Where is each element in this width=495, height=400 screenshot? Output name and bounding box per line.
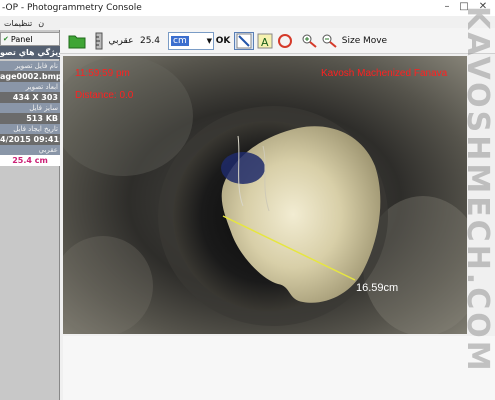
app-window: -OP - Photogrammetry Console – □ ✕ تنظيم… (0, 0, 495, 400)
window-title: -OP - Photogrammetry Console (2, 3, 142, 13)
panel-toggle-button[interactable]: ✔ Panel (0, 32, 60, 46)
scale-field-value: 25.4 cm (0, 155, 60, 166)
watermark-text: KAVOSHMECH.COM (465, 6, 495, 374)
image-viewer[interactable]: 11:59:59 pm Distance: 0.0 Kavosh Macheni… (63, 56, 467, 334)
timestamp-overlay: 11:59:59 pm (75, 68, 130, 79)
menu-item-other[interactable]: ن (38, 19, 44, 28)
move-button[interactable]: Move (363, 32, 387, 50)
ruler-button[interactable] (94, 32, 104, 50)
distance-overlay: Distance: 0.0 (75, 90, 134, 101)
chevron-down-icon: ▼ (206, 37, 212, 45)
toolbar: عقربي 25.4 cm ▼ OK A Size Move (60, 28, 495, 54)
zoom-out-button[interactable] (320, 32, 340, 50)
panel-header: ويژگي هاي تصو (0, 46, 60, 59)
size-button[interactable]: Size (342, 32, 360, 50)
dimensions-label: ابعاد تصوير (0, 82, 60, 92)
text-tool-icon: A (257, 33, 273, 49)
company-overlay: Kavosh Machenized Fanava (321, 68, 448, 79)
file-name-value: age0002.bmp (0, 71, 60, 82)
menu-item-settings[interactable]: تنظيمات (4, 19, 32, 28)
created-date-label: تاريخ ايجاد فايل (0, 124, 60, 134)
measurement-label: 16.59cm (356, 282, 399, 294)
file-size-value: 513 KB (0, 113, 60, 124)
zoom-in-button[interactable] (300, 32, 320, 50)
circle-icon (278, 34, 292, 48)
scale-value: 25.4 (139, 36, 161, 46)
draw-line-button[interactable] (234, 32, 254, 50)
scale-label: عقربي (0, 145, 60, 155)
file-size-label: سايز فايل (0, 103, 60, 113)
unit-select-value: cm (171, 36, 189, 46)
properties-panel: ✔ Panel ويژگي هاي تصو نام فايل تصوير age… (0, 30, 60, 400)
menu-bar: تنظيمات ن (0, 16, 60, 30)
file-name-label: نام فايل تصوير (0, 61, 60, 71)
unit-select[interactable]: cm ▼ (168, 32, 214, 50)
line-tool-icon (236, 33, 252, 49)
text-tool-button[interactable]: A (256, 32, 274, 50)
mode-label: عقربي (108, 36, 134, 46)
dimensions-value: 434 X 303 (0, 92, 60, 103)
folder-icon (68, 35, 86, 49)
zoom-in-icon (302, 34, 317, 48)
ruler-icon (95, 32, 103, 50)
watermark: KAVOSHMECH.COM (465, 0, 495, 400)
open-folder-button[interactable] (68, 32, 86, 50)
ok-button[interactable]: OK (216, 32, 231, 50)
workspace-background (63, 336, 495, 400)
title-bar: -OP - Photogrammetry Console – □ ✕ (0, 0, 495, 16)
svg-text:A: A (261, 36, 269, 49)
created-date-value: 4/2015 09:41:18 (0, 134, 60, 145)
circle-tool-button[interactable] (276, 32, 294, 50)
panel-button-label: Panel (10, 34, 33, 44)
minimize-button[interactable]: – (440, 1, 454, 12)
zoom-out-icon (322, 34, 337, 48)
check-icon: ✔ (3, 35, 9, 43)
